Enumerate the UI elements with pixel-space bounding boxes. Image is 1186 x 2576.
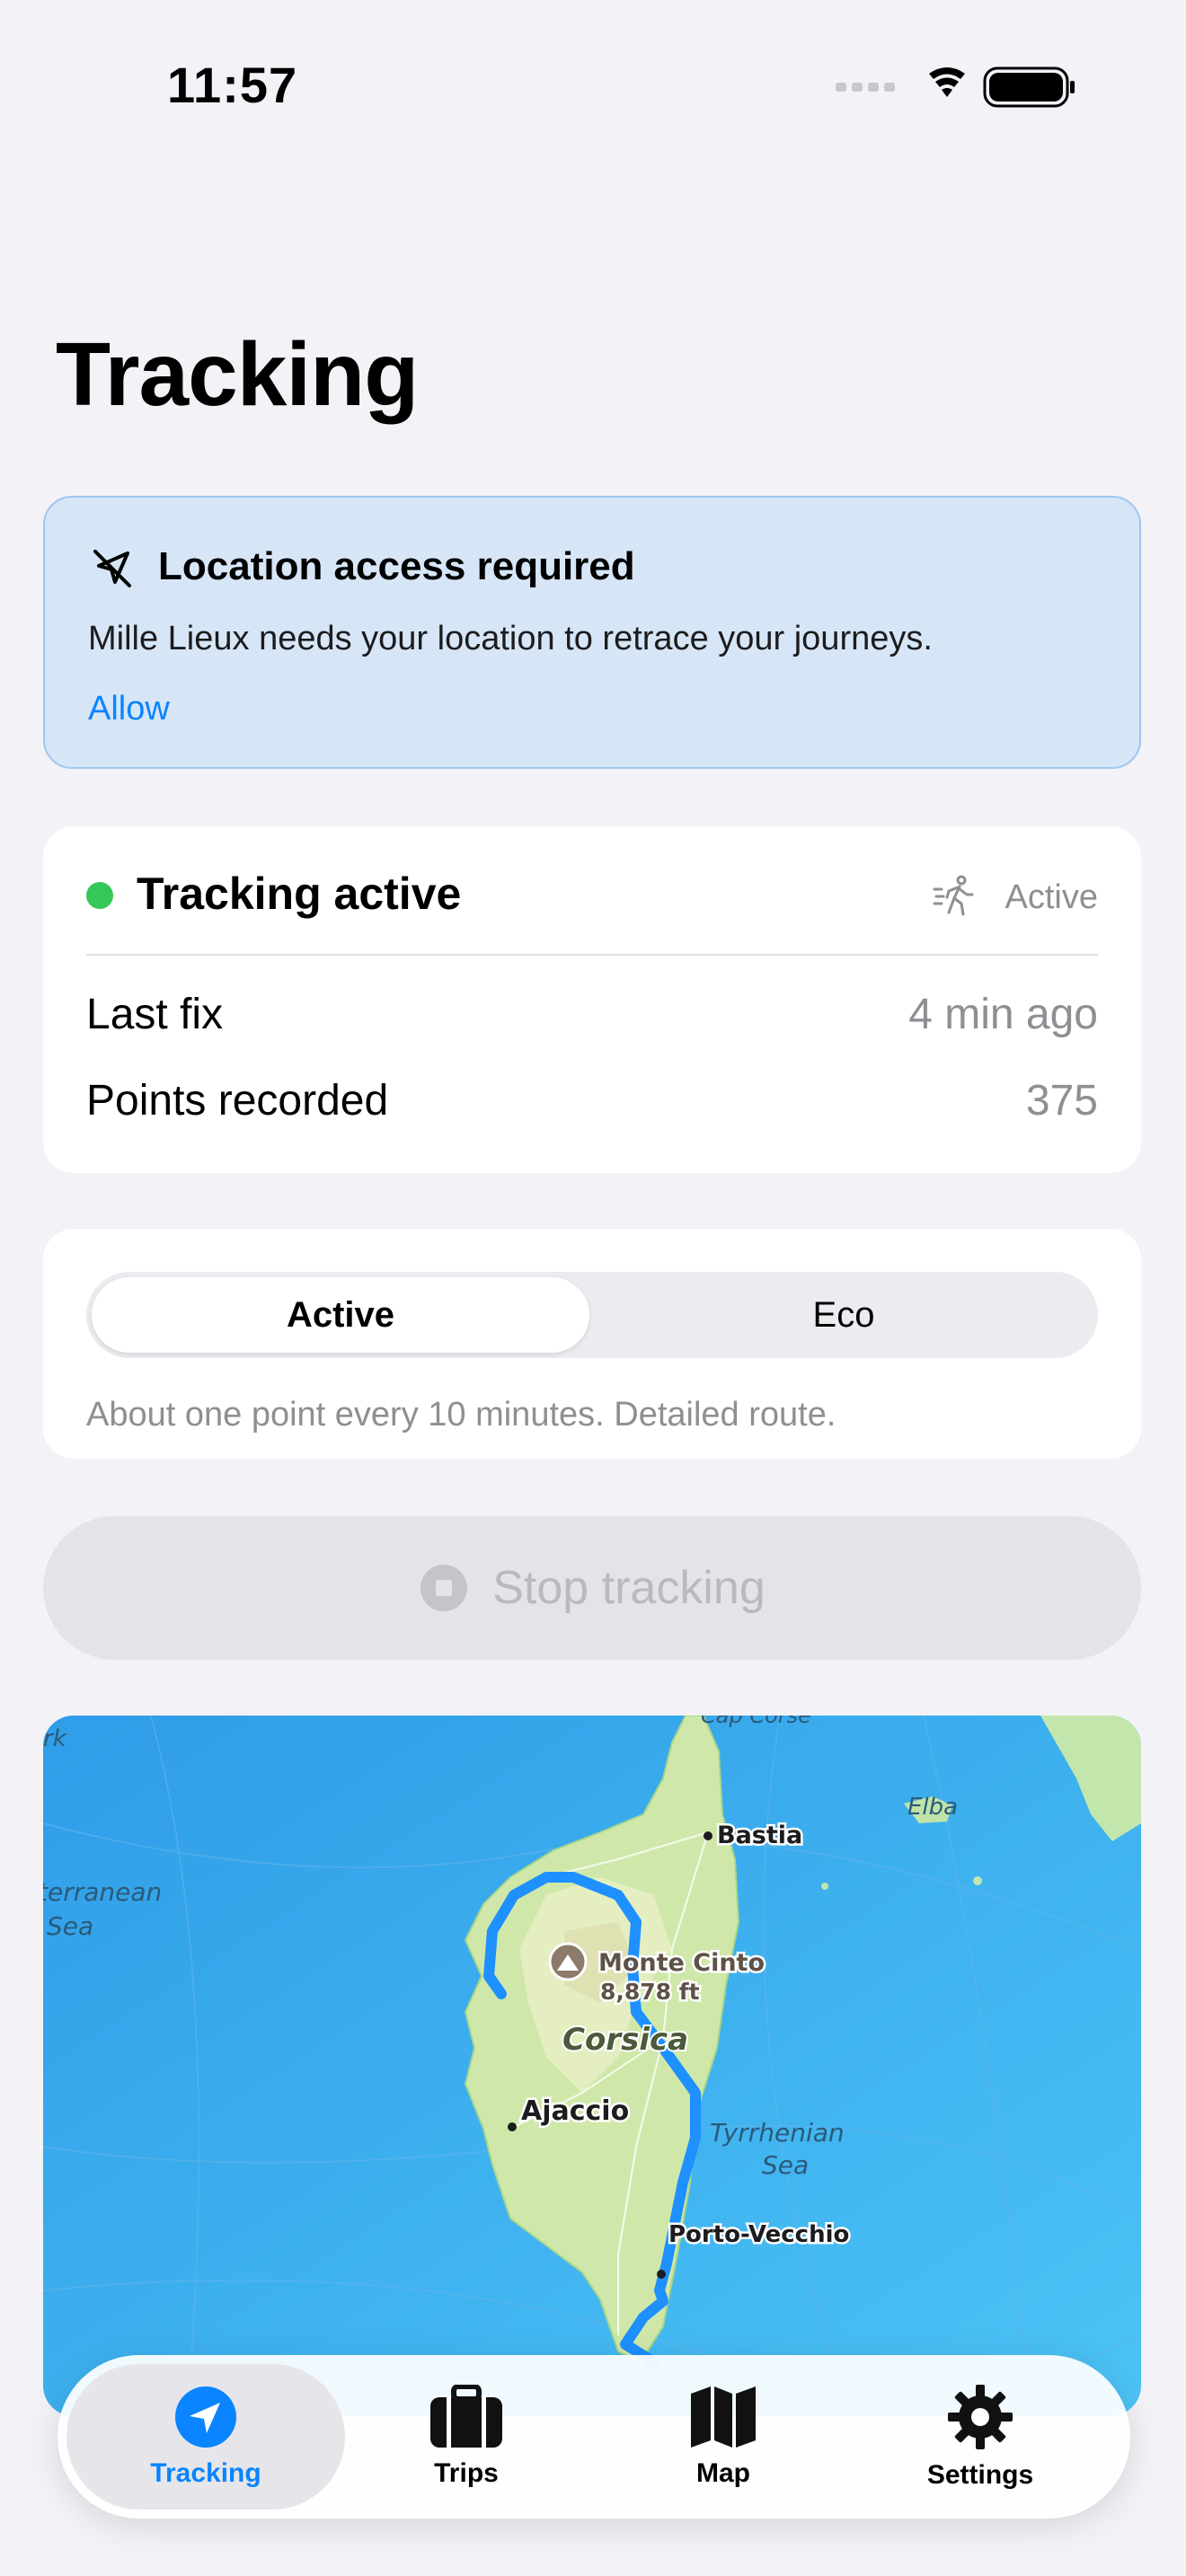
tab-map[interactable]: Map bbox=[584, 2364, 863, 2510]
battery-icon bbox=[983, 66, 1075, 108]
tracking-status-card: Tracking active Active Last fix 4 min ag… bbox=[43, 826, 1141, 1173]
tab-trips[interactable]: Trips bbox=[327, 2364, 606, 2510]
map-label-ajaccio: Ajaccio bbox=[521, 2095, 629, 2127]
mode-option-active[interactable]: Active bbox=[92, 1277, 589, 1353]
map-label-elevation: 8,878 ft bbox=[600, 1979, 700, 2005]
mode-description: About one point every 10 minutes. Detail… bbox=[86, 1396, 836, 1434]
tab-map-label: Map bbox=[696, 2458, 750, 2488]
map-label-tyrrhenian: Tyrrhenian bbox=[710, 2118, 845, 2148]
tracking-mode-segmented-control: Active Eco bbox=[86, 1272, 1098, 1358]
tab-settings[interactable]: Settings bbox=[841, 2364, 1120, 2510]
stop-tracking-label: Stop tracking bbox=[492, 1562, 766, 1614]
page-title: Tracking bbox=[56, 324, 419, 425]
map-label-edge: rk bbox=[43, 1725, 67, 1752]
location-arrow-icon bbox=[175, 2386, 236, 2448]
divider bbox=[86, 954, 1098, 956]
wifi-icon bbox=[929, 67, 965, 97]
map-icon bbox=[691, 2386, 756, 2448]
location-access-banner: Location access required Mille Lieux nee… bbox=[43, 496, 1141, 769]
location-banner-message: Mille Lieux needs your location to retra… bbox=[88, 620, 933, 657]
map-label-cap-corse: Cap Corse bbox=[701, 1716, 811, 1728]
cellular-signal-icon bbox=[836, 83, 895, 92]
tab-bar: Tracking Trips Map Settings bbox=[58, 2355, 1130, 2519]
allow-location-button[interactable]: Allow bbox=[88, 690, 170, 728]
status-bar-icons bbox=[836, 66, 1075, 108]
mode-option-eco[interactable]: Eco bbox=[595, 1277, 1093, 1353]
location-slash-icon bbox=[93, 550, 131, 587]
map-label-monte-cinto: Monte Cinto bbox=[598, 1949, 765, 1977]
map-canvas: Cap Corse Bastia Elba Monte Cinto 8,878 … bbox=[43, 1716, 1141, 2416]
map-label-tyrrhenian-sea: Sea bbox=[762, 2150, 809, 2180]
gear-icon bbox=[948, 2385, 1013, 2449]
points-recorded-value: 375 bbox=[1025, 1077, 1098, 1125]
map-label-mediterranean-sea: Sea bbox=[47, 1911, 93, 1941]
map-label-mediterranean: terranean bbox=[43, 1877, 162, 1907]
map-label-corsica: Corsica bbox=[562, 2022, 688, 2058]
location-banner-title: Location access required bbox=[158, 544, 635, 588]
tab-tracking[interactable]: Tracking bbox=[66, 2364, 345, 2510]
route-map[interactable]: Cap Corse Bastia Elba Monte Cinto 8,878 … bbox=[43, 1716, 1141, 2416]
tracking-mode-badge: Active bbox=[1005, 878, 1098, 916]
tracking-mode-card: Active Eco About one point every 10 minu… bbox=[43, 1229, 1141, 1459]
walking-figure-icon bbox=[933, 875, 974, 916]
last-fix-label: Last fix bbox=[86, 991, 224, 1038]
tracking-active-indicator bbox=[86, 882, 113, 909]
stop-tracking-button[interactable]: Stop tracking bbox=[43, 1516, 1141, 1660]
status-bar-time: 11:57 bbox=[167, 57, 298, 113]
tab-settings-label: Settings bbox=[926, 2460, 1034, 2490]
suitcase-icon bbox=[430, 2385, 502, 2448]
last-fix-value: 4 min ago bbox=[908, 991, 1098, 1038]
map-label-bastia: Bastia bbox=[717, 1822, 802, 1849]
tracking-status-title: Tracking active bbox=[137, 869, 462, 919]
mountain-icon bbox=[548, 1942, 588, 1981]
map-label-elba: Elba bbox=[907, 1794, 958, 1821]
stop-circle-icon bbox=[420, 1565, 468, 1611]
tab-trips-label: Trips bbox=[434, 2458, 499, 2488]
points-recorded-label: Points recorded bbox=[86, 1077, 389, 1125]
tab-tracking-label: Tracking bbox=[150, 2458, 261, 2488]
map-label-porto-vecchio: Porto-Vecchio bbox=[668, 2221, 849, 2248]
